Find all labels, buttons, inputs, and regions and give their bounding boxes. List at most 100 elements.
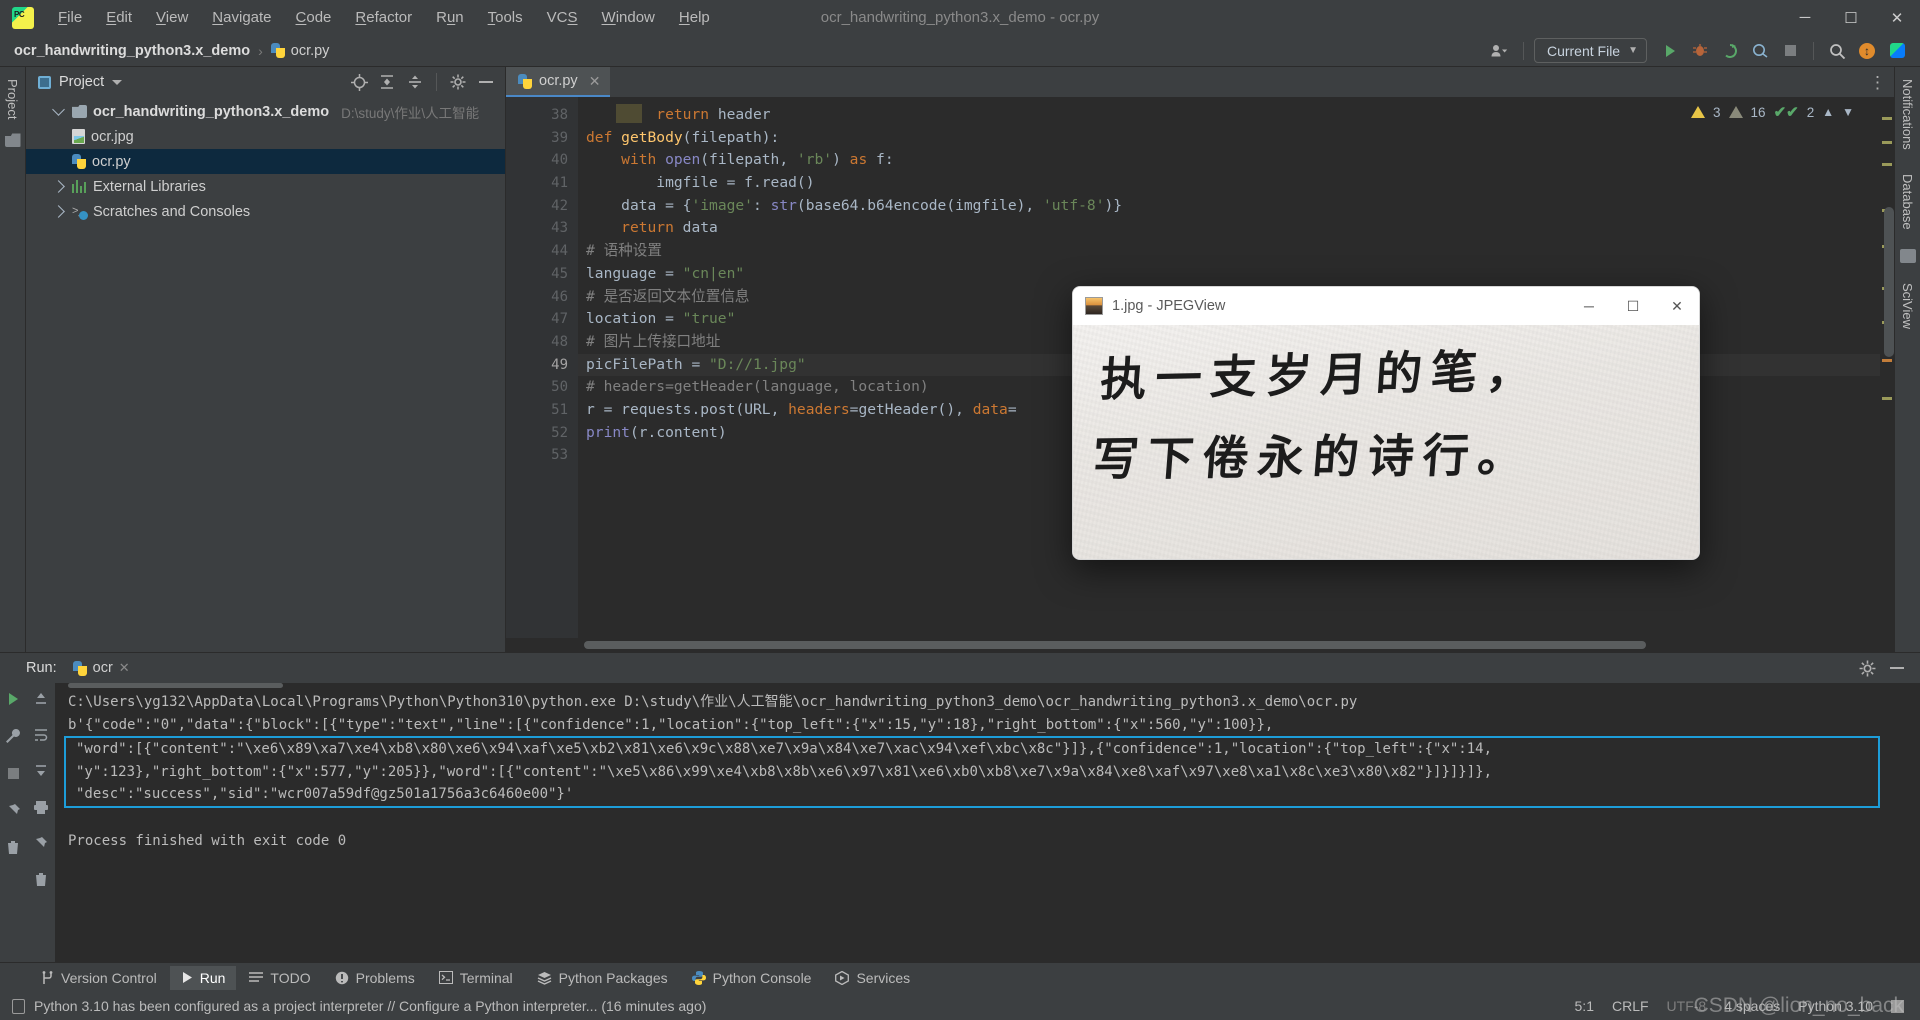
- lock-icon[interactable]: [1891, 999, 1904, 1013]
- strip-label-sciview[interactable]: SciView: [1900, 279, 1915, 333]
- run-configuration-selector[interactable]: Current File ▼: [1533, 38, 1647, 63]
- run-console-output[interactable]: C:\Users\yg132\AppData\Local\Programs\Py…: [56, 683, 1920, 962]
- run-icon[interactable]: [1657, 39, 1683, 63]
- expand-all-icon[interactable]: [374, 70, 400, 94]
- hide-panel-icon[interactable]: [1884, 656, 1910, 680]
- line-number[interactable]: 38: [506, 104, 592, 127]
- locate-file-icon[interactable]: [346, 70, 372, 94]
- line-number[interactable]: 46: [506, 286, 578, 309]
- menu-item-edit[interactable]: Edit: [94, 5, 144, 30]
- trash-icon[interactable]: [28, 867, 54, 891]
- tool-window-version-control[interactable]: Version Control: [30, 966, 168, 990]
- strip-label-notifications[interactable]: Notifications: [1900, 75, 1915, 154]
- jpegview-minimize-button[interactable]: ─: [1567, 287, 1611, 325]
- line-number[interactable]: 52: [506, 422, 578, 445]
- settings-wrench-icon[interactable]: [0, 724, 26, 748]
- tree-item-external-libraries[interactable]: External Libraries: [26, 174, 505, 199]
- tree-item-scratches-and-consoles[interactable]: >_ Scratches and Consoles: [26, 199, 505, 224]
- coverage-icon[interactable]: [1717, 39, 1743, 63]
- jpegview-maximize-button[interactable]: ☐: [1611, 287, 1655, 325]
- chevron-up-icon[interactable]: ▲: [1822, 105, 1834, 119]
- ide-icon[interactable]: [1884, 39, 1910, 63]
- console-scroll-indicator[interactable]: [68, 683, 283, 688]
- pin-icon[interactable]: [28, 831, 54, 855]
- line-number[interactable]: 41: [506, 172, 578, 195]
- structure-strip-icon[interactable]: [4, 133, 21, 148]
- more-options-icon[interactable]: ⋮: [1869, 74, 1886, 91]
- chevron-right-icon[interactable]: [52, 205, 65, 218]
- tool-window-terminal[interactable]: Terminal: [428, 966, 524, 990]
- console-line[interactable]: Process finished with exit code 0: [56, 830, 1920, 853]
- code-line[interactable]: data = {'image': str(base64.b64encode(im…: [578, 195, 1880, 218]
- project-tree[interactable]: ocr_handwriting_python3.x_demo D:\study\作…: [26, 97, 505, 224]
- line-number[interactable]: 39−: [506, 127, 592, 150]
- chevron-down-icon[interactable]: [112, 79, 123, 85]
- tool-window-run[interactable]: Run: [169, 965, 237, 990]
- code-line[interactable]: return header: [578, 104, 1880, 127]
- tool-window-python-packages[interactable]: Python Packages: [526, 966, 679, 990]
- line-number[interactable]: 42: [506, 195, 578, 218]
- file-encoding[interactable]: UTF-8: [1667, 998, 1707, 1014]
- search-icon[interactable]: [1824, 39, 1850, 63]
- menu-item-vcs[interactable]: VCS: [535, 5, 590, 30]
- jpegview-image-canvas[interactable]: 执一支岁月的笔， 写下倦永的诗行。: [1073, 325, 1699, 559]
- debug-icon[interactable]: [1687, 39, 1713, 63]
- tree-item-ocr-handwriting-python3-x-demo[interactable]: ocr_handwriting_python3.x_demo D:\study\作…: [26, 99, 505, 124]
- scroll-up-icon[interactable]: [28, 687, 54, 711]
- gear-icon[interactable]: [1854, 656, 1880, 680]
- menu-item-run[interactable]: Run: [424, 5, 476, 30]
- strip-label-database[interactable]: Database: [1900, 170, 1915, 234]
- editor-horizontal-scrollbar[interactable]: [506, 638, 1894, 652]
- console-line[interactable]: b'{"code":"0","data":{"block":[{"type":"…: [56, 714, 1920, 737]
- maximize-button[interactable]: ☐: [1828, 0, 1874, 35]
- menu-item-code[interactable]: Code: [284, 5, 344, 30]
- run-tab-ocr[interactable]: ocr ✕: [67, 658, 136, 678]
- collapse-all-icon[interactable]: [402, 70, 428, 94]
- code-line[interactable]: imgfile = f.read(): [578, 172, 1880, 195]
- hide-panel-icon[interactable]: [473, 70, 499, 94]
- console-line[interactable]: [56, 808, 1920, 831]
- menu-item-navigate[interactable]: Navigate: [200, 5, 283, 30]
- menu-item-help[interactable]: Help: [667, 5, 722, 30]
- breadcrumb-file[interactable]: ocr.py: [270, 43, 329, 59]
- tool-window-python-console[interactable]: Python Console: [681, 966, 823, 990]
- updates-icon[interactable]: ↕: [1854, 39, 1880, 63]
- menu-item-window[interactable]: Window: [590, 5, 667, 30]
- console-line[interactable]: "desc":"success","sid":"wcr007a59df@gz50…: [70, 783, 1878, 806]
- console-line[interactable]: C:\Users\yg132\AppData\Local\Programs\Py…: [56, 691, 1920, 714]
- breadcrumb-project[interactable]: ocr_handwriting_python3.x_demo: [14, 43, 250, 59]
- menu-item-file[interactable]: File: [46, 5, 94, 30]
- scroll-down-icon[interactable]: [28, 759, 54, 783]
- console-line[interactable]: "word":[{"content":"\xe6\x89\xa7\xe4\xb8…: [70, 738, 1878, 761]
- line-number[interactable]: 53: [506, 444, 578, 467]
- chevron-down-icon[interactable]: ▼: [1842, 105, 1854, 119]
- run-tab-close-icon[interactable]: ✕: [119, 660, 130, 676]
- delete-icon[interactable]: [0, 835, 26, 859]
- main-menu[interactable]: File Edit View Navigate Code Refactor Run Tools…: [46, 5, 722, 30]
- tool-window-todo[interactable]: TODO: [238, 966, 321, 990]
- jpegview-window[interactable]: 1.jpg - JPEGView ─ ☐ ✕ 执一支岁月的笔， 写下倦永的诗行。: [1072, 286, 1700, 560]
- menu-item-tools[interactable]: Tools: [476, 5, 535, 30]
- stop-icon[interactable]: [1777, 39, 1803, 63]
- code-line[interactable]: with open(filepath, 'rb') as f:: [578, 149, 1880, 172]
- console-highlighted-block[interactable]: "word":[{"content":"\xe6\x89\xa7\xe4\xb8…: [64, 736, 1880, 808]
- gear-icon[interactable]: [445, 70, 471, 94]
- line-number[interactable]: 50: [506, 376, 578, 399]
- sciview-strip-icon[interactable]: [1899, 249, 1916, 264]
- code-line[interactable]: def getBody(filepath):: [578, 127, 1880, 150]
- jpegview-close-button[interactable]: ✕: [1655, 287, 1699, 325]
- code-line[interactable]: # 语种设置: [578, 240, 1880, 263]
- editor-gutter[interactable]: 3839−4041424344454647484950515253: [506, 97, 592, 638]
- minimize-button[interactable]: ─: [1782, 0, 1828, 35]
- menu-item-refactor[interactable]: Refactor: [343, 5, 424, 30]
- line-number[interactable]: 40: [506, 149, 578, 172]
- soft-wrap-icon[interactable]: [28, 723, 54, 747]
- line-number[interactable]: 47: [506, 308, 578, 331]
- print-icon[interactable]: [28, 795, 54, 819]
- tree-item-ocr-jpg[interactable]: ocr.jpg: [26, 124, 505, 149]
- tree-item-ocr-py[interactable]: ocr.py: [26, 149, 505, 174]
- tool-window-bar[interactable]: Version Control Run TODO Problems Terminal Py…: [0, 962, 1920, 992]
- line-number[interactable]: 45: [506, 263, 578, 286]
- tab-ocr-py[interactable]: ocr.py ✕: [506, 67, 611, 97]
- line-number[interactable]: 48: [506, 331, 578, 354]
